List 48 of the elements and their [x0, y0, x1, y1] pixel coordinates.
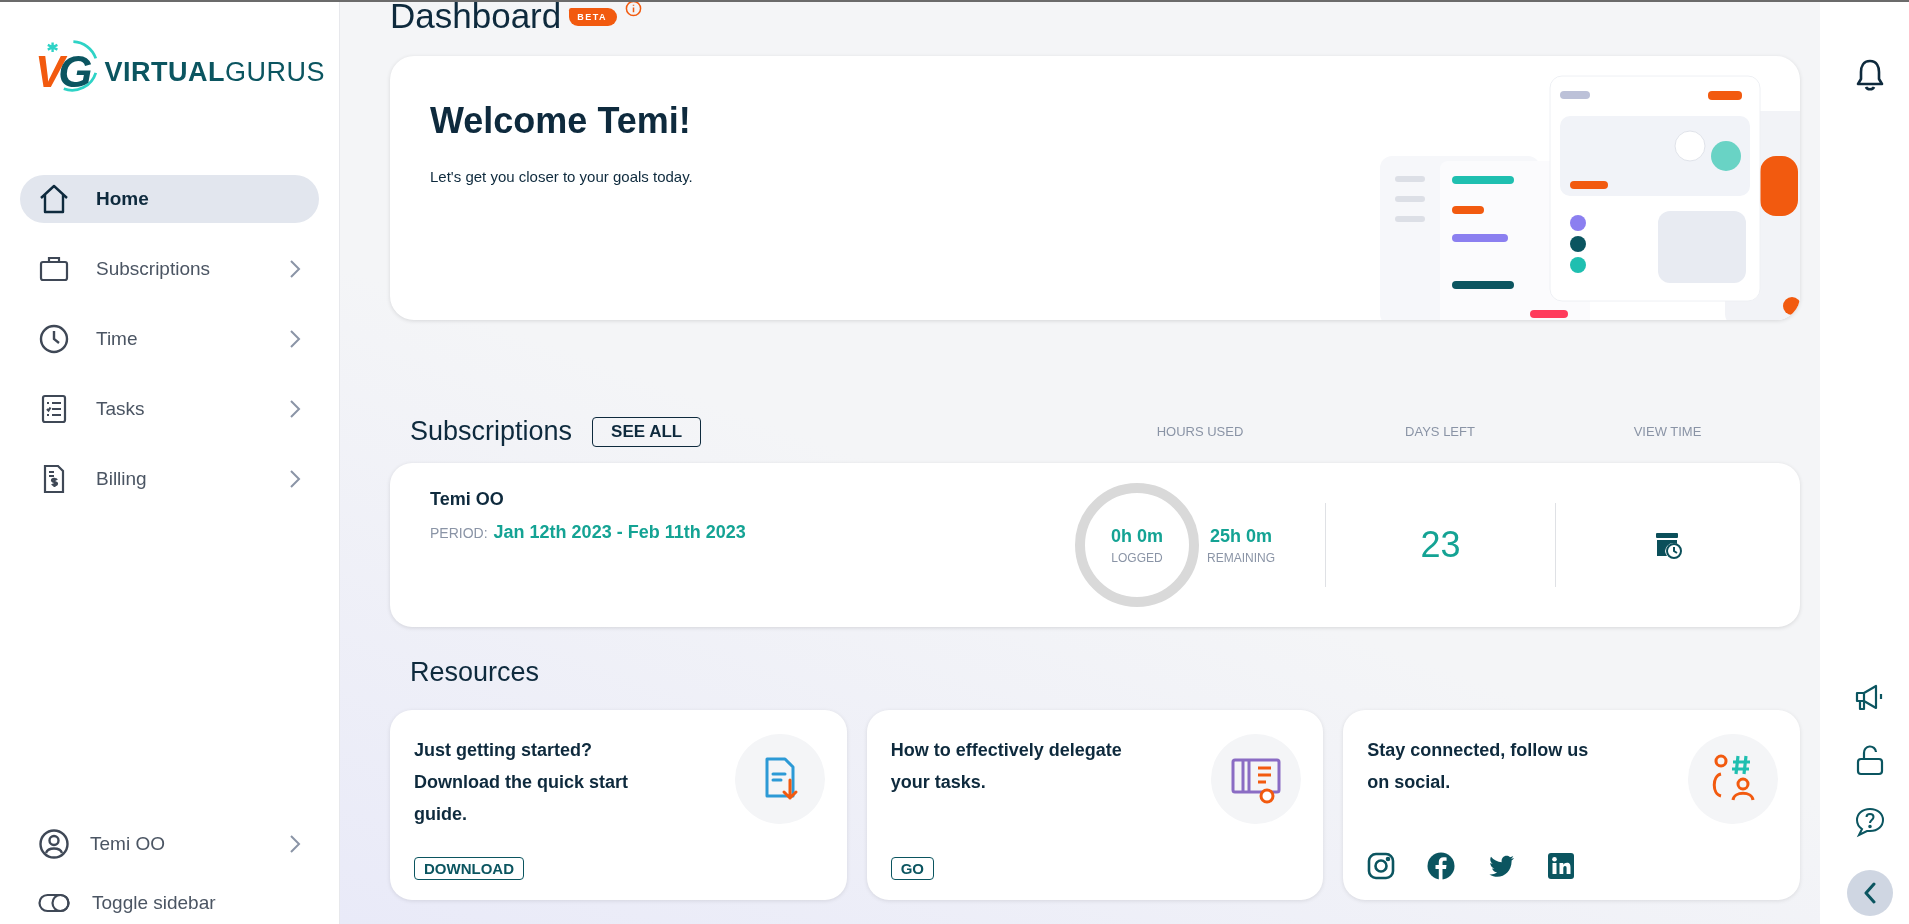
board-settings-icon [1211, 734, 1302, 824]
linkedin-icon[interactable] [1547, 852, 1576, 880]
beta-badge: BETA [569, 8, 618, 26]
resource-text: Stay connected, follow us on social. [1367, 739, 1590, 794]
see-all-button[interactable]: SEE ALL [592, 416, 702, 447]
facebook-icon[interactable] [1427, 852, 1456, 880]
sidebar-item[interactable]: Time [20, 315, 319, 363]
section-title: Resources [410, 657, 541, 688]
help-chat-icon[interactable] [1853, 806, 1886, 838]
resource-button[interactable]: GO [890, 857, 934, 880]
subscription-name: Temi OO [430, 489, 505, 510]
sidebar-item[interactable]: Subscriptions [20, 245, 319, 293]
user-avatar-icon [38, 828, 70, 860]
section-title: Subscriptions [410, 416, 573, 447]
welcome-subtitle: Let's get you closer to your goals today. [430, 168, 694, 185]
logged-hours: 0h 0m [1111, 525, 1163, 547]
sidebar-item[interactable]: Billing [20, 455, 319, 503]
resource-button[interactable]: DOWNLOAD [414, 857, 524, 880]
resource-text: Just getting started? Download the quick start guide. [414, 739, 630, 826]
column-header: HOURS USED [1155, 424, 1245, 439]
logo-mark: VG [35, 36, 101, 108]
welcome-title: Welcome Temi! [430, 100, 692, 142]
logo-wordmark: VIRTUALGURUS [104, 56, 326, 88]
user-menu[interactable]: Temi OO [20, 828, 319, 860]
period-label: PERIOD: [430, 525, 488, 541]
column-header: VIEW TIME [1632, 424, 1703, 439]
calendar-clock-icon[interactable] [1653, 530, 1683, 560]
document-download-icon [734, 734, 825, 824]
home-icon [38, 183, 70, 215]
toggle-icon [38, 893, 70, 913]
remaining-hours: 25h 0m [1210, 525, 1273, 547]
logged-label: LOGGED [1111, 550, 1163, 565]
clock-icon [38, 323, 70, 355]
chevron-right-icon [289, 834, 301, 854]
toggle-sidebar[interactable]: Toggle sidebar [20, 892, 319, 914]
people-hashtag-icon [1688, 734, 1778, 824]
info-icon[interactable] [625, 2, 643, 17]
period-dates: Jan 12th 2023 - Feb 11th 2023 [493, 522, 746, 543]
sidebar-item[interactable]: Tasks [20, 385, 319, 433]
page-title: Dashboard [390, 2, 562, 36]
instagram-icon[interactable] [1367, 852, 1396, 880]
chevron-left-icon [1862, 882, 1877, 904]
remaining-label: REMAINING [1207, 550, 1275, 565]
sidebar-item[interactable]: Home [20, 175, 319, 223]
collapse-button[interactable] [1846, 870, 1893, 916]
column-header: DAYS LEFT [1404, 424, 1476, 439]
days-left: 23 [1420, 524, 1461, 566]
resource-text: How to effectively delegate your tasks. [890, 739, 1123, 794]
